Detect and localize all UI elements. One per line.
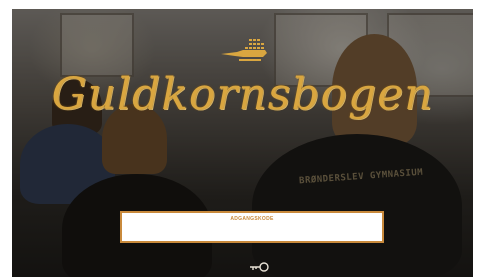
app-title: Guldkornsbogen (51, 69, 434, 120)
key-icon[interactable] (248, 261, 270, 273)
app-frame: BRØNDERSLEV GYMNASIUM Guldkornsbogen ADG… (12, 9, 473, 277)
password-input[interactable] (126, 224, 378, 238)
lamp-icon (221, 39, 267, 61)
password-field-label: ADGANGSKODE (230, 216, 274, 222)
password-field-box[interactable]: ADGANGSKODE (120, 211, 384, 243)
